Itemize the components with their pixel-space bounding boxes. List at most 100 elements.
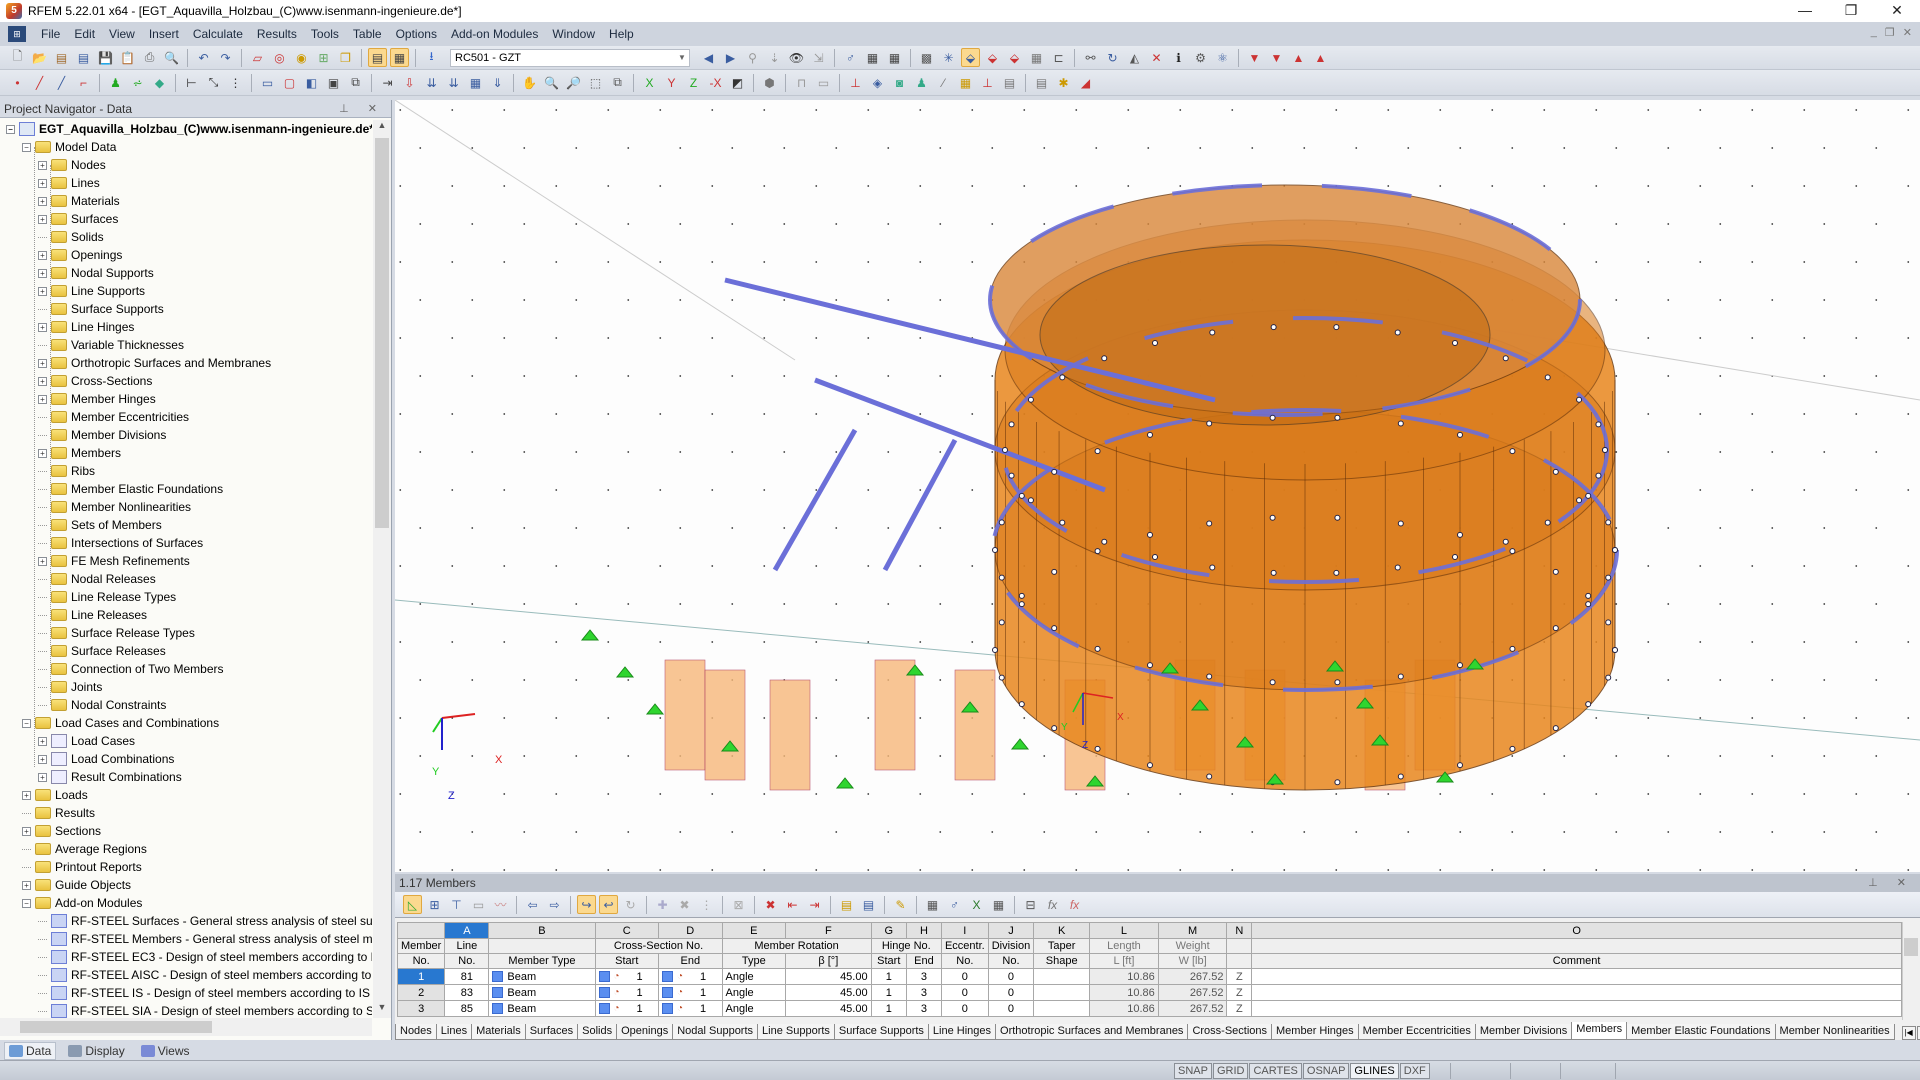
expand-icon[interactable]: + [38, 448, 47, 458]
tree-item-addon-module[interactable]: RF-STEEL IS - Design of steel members ac… [0, 984, 372, 1002]
sheet-tab-member-hinges[interactable]: Member Hinges [1271, 1024, 1359, 1040]
weight-cell[interactable]: 267.52 [1157, 1000, 1228, 1017]
clipboard-icon[interactable]: 📋 [118, 48, 137, 67]
tree-item-variable-thicknesses[interactable]: Variable Thicknesses [0, 336, 372, 354]
division-cell[interactable]: 0 [987, 1000, 1035, 1017]
menu-insert[interactable]: Insert [142, 27, 186, 41]
support-reactions-icon[interactable]: ♟ [912, 73, 931, 92]
column-header-o[interactable]: O [1251, 922, 1902, 939]
scroll-up-icon[interactable]: ▲ [373, 120, 391, 136]
tree-item-member-divisions[interactable]: Member Divisions [0, 426, 372, 444]
print-icon[interactable]: ⎙ [140, 48, 159, 67]
column-header-c[interactable]: C [594, 922, 660, 939]
panels-icon[interactable]: ▦ [956, 73, 975, 92]
formula-icon[interactable]: fx [1043, 895, 1062, 914]
cs-start-cell[interactable]: ◔ 1 [594, 968, 660, 985]
load-case-icon[interactable]: ⭳ [422, 48, 441, 67]
sheet-tab-nodes[interactable]: Nodes [395, 1024, 437, 1040]
new-line-icon[interactable]: ╱ [30, 73, 49, 92]
corner-cell[interactable] [396, 922, 446, 939]
tree-item-connection-of-two-members[interactable]: Connection of Two Members [0, 660, 372, 678]
nodal-support-icon[interactable]: ♟ [106, 73, 125, 92]
diagram-icon[interactable]: 〰 [491, 895, 510, 914]
column-header-f[interactable]: F [785, 922, 872, 939]
expand-icon[interactable]: + [38, 376, 47, 386]
view-x-icon[interactable]: ⬙ [983, 48, 1002, 67]
settings-icon[interactable]: ⚙ [1191, 48, 1210, 67]
row-number[interactable]: 1 [396, 968, 446, 985]
cs-start-cell[interactable]: ◔ 1 [594, 984, 660, 1001]
restore-button[interactable]: ❐ [1828, 0, 1874, 22]
column-header-l[interactable]: L [1089, 922, 1159, 939]
comment-cell[interactable] [1251, 1000, 1902, 1017]
navigator-toggle-icon[interactable]: ▤ [368, 48, 387, 67]
rfem-app-icon[interactable]: 5 [6, 3, 22, 19]
status-toggle-osnap[interactable]: OSNAP [1302, 1063, 1350, 1079]
tree-item-line-hinges[interactable]: + Line Hinges [0, 318, 372, 336]
model-viewport[interactable]: X Y Z X Y Z [395, 100, 1920, 872]
tree-item-guide-objects[interactable]: + Guide Objects [0, 876, 372, 894]
n-cell[interactable]: Z [1226, 984, 1253, 1001]
render-mode-icon[interactable]: ▩ [917, 48, 936, 67]
rotation-type-cell[interactable]: Angle [721, 984, 787, 1001]
status-toggle-cartes[interactable]: CARTES [1249, 1063, 1302, 1079]
model-check-icon[interactable]: ⚛ [1213, 48, 1232, 67]
insert-row-icon[interactable]: ⊞ [425, 895, 444, 914]
line-load-icon[interactable]: ⇊ [444, 73, 463, 92]
tree-item-load-combinations[interactable]: + Load Combinations [0, 750, 372, 768]
open-file-icon[interactable]: 📂 [30, 48, 49, 67]
menu-results[interactable]: Results [250, 27, 304, 41]
navigator-vertical-scrollbar[interactable]: ▲ ▼ [373, 120, 391, 1018]
row-options-icon[interactable]: ⋮ [697, 895, 716, 914]
sheet-tab-lines[interactable]: Lines [435, 1024, 473, 1040]
tree-item-member-nonlinearities[interactable]: Member Nonlinearities [0, 498, 372, 516]
results-diagram-icon[interactable]: ⊥ [846, 73, 865, 92]
hinge-start-cell[interactable]: 1 [870, 984, 907, 1001]
sheet-tab-nodal-supports[interactable]: Nodal Supports [672, 1024, 759, 1040]
column-header-m[interactable]: M [1157, 922, 1228, 939]
tree-item-loads[interactable]: + Loads [0, 786, 372, 804]
cs-end-cell[interactable]: ◔ 1 [658, 968, 723, 985]
highlight-icon[interactable]: ▤ [837, 895, 856, 914]
expand-icon[interactable]: + [38, 736, 47, 746]
support-view-3-icon[interactable]: ▲ [1289, 48, 1308, 67]
tree-item-joints[interactable]: Joints [0, 678, 372, 696]
next-table-icon[interactable]: ⇨ [545, 895, 564, 914]
expand-icon[interactable]: + [38, 250, 47, 260]
move-right-icon[interactable]: ⇥ [805, 895, 824, 914]
sheet-tab-surfaces[interactable]: Surfaces [524, 1024, 579, 1040]
tree-item-orthotropic-surfaces-and-membranes[interactable]: + Orthotropic Surfaces and Membranes [0, 354, 372, 372]
column-header-g[interactable]: G [870, 922, 907, 939]
division-cell[interactable]: 0 [987, 984, 1035, 1001]
wireframe-icon[interactable]: ✳ [939, 48, 958, 67]
database-icon[interactable]: ▤ [74, 48, 93, 67]
table-filter-icon[interactable]: ◺ [403, 895, 422, 914]
expand-icon[interactable]: + [38, 754, 47, 764]
status-toggle-dxf[interactable]: DXF [1399, 1063, 1430, 1079]
column-header-d[interactable]: D [658, 922, 723, 939]
info-icon[interactable]: ℹ [1169, 48, 1188, 67]
tree-item-ribs[interactable]: Ribs [0, 462, 372, 480]
tree-item-add-on-modules[interactable]: − Add-on Modules [0, 894, 372, 912]
new-file-icon[interactable]: 🗋 [8, 48, 27, 67]
tree-item-average-regions[interactable]: Average Regions [0, 840, 372, 858]
sheet-tab-line-supports[interactable]: Line Supports [757, 1024, 835, 1040]
section-view-icon[interactable]: ⊏ [1049, 48, 1068, 67]
edit-icon[interactable]: ✎ [891, 895, 910, 914]
sheet-tab-cross-sections[interactable]: Cross-Sections [1187, 1024, 1273, 1040]
hinge-start-cell[interactable]: 1 [870, 1000, 907, 1017]
expand-icon[interactable]: + [38, 214, 47, 224]
expand-icon[interactable]: + [22, 880, 31, 890]
tree-item-member-elastic-foundations[interactable]: Member Elastic Foundations [0, 480, 372, 498]
n-cell[interactable]: Z [1226, 1000, 1253, 1017]
rotation-beta-cell[interactable]: 45.00 [785, 968, 872, 985]
view-box-icon[interactable]: ⬚ [586, 73, 605, 92]
deformation-icon[interactable]: ♂ [841, 48, 860, 67]
collapse-icon[interactable]: − [22, 898, 31, 908]
line-no-cell[interactable]: 81 [444, 968, 490, 985]
excel-export-icon[interactable]: X [967, 895, 986, 914]
support-view-2-icon[interactable]: ▼ [1267, 48, 1286, 67]
member-type-cell[interactable]: Beam [488, 968, 596, 985]
eccentricity-cell[interactable]: 0 [940, 984, 989, 1001]
animation-icon[interactable]: ▦ [863, 48, 882, 67]
